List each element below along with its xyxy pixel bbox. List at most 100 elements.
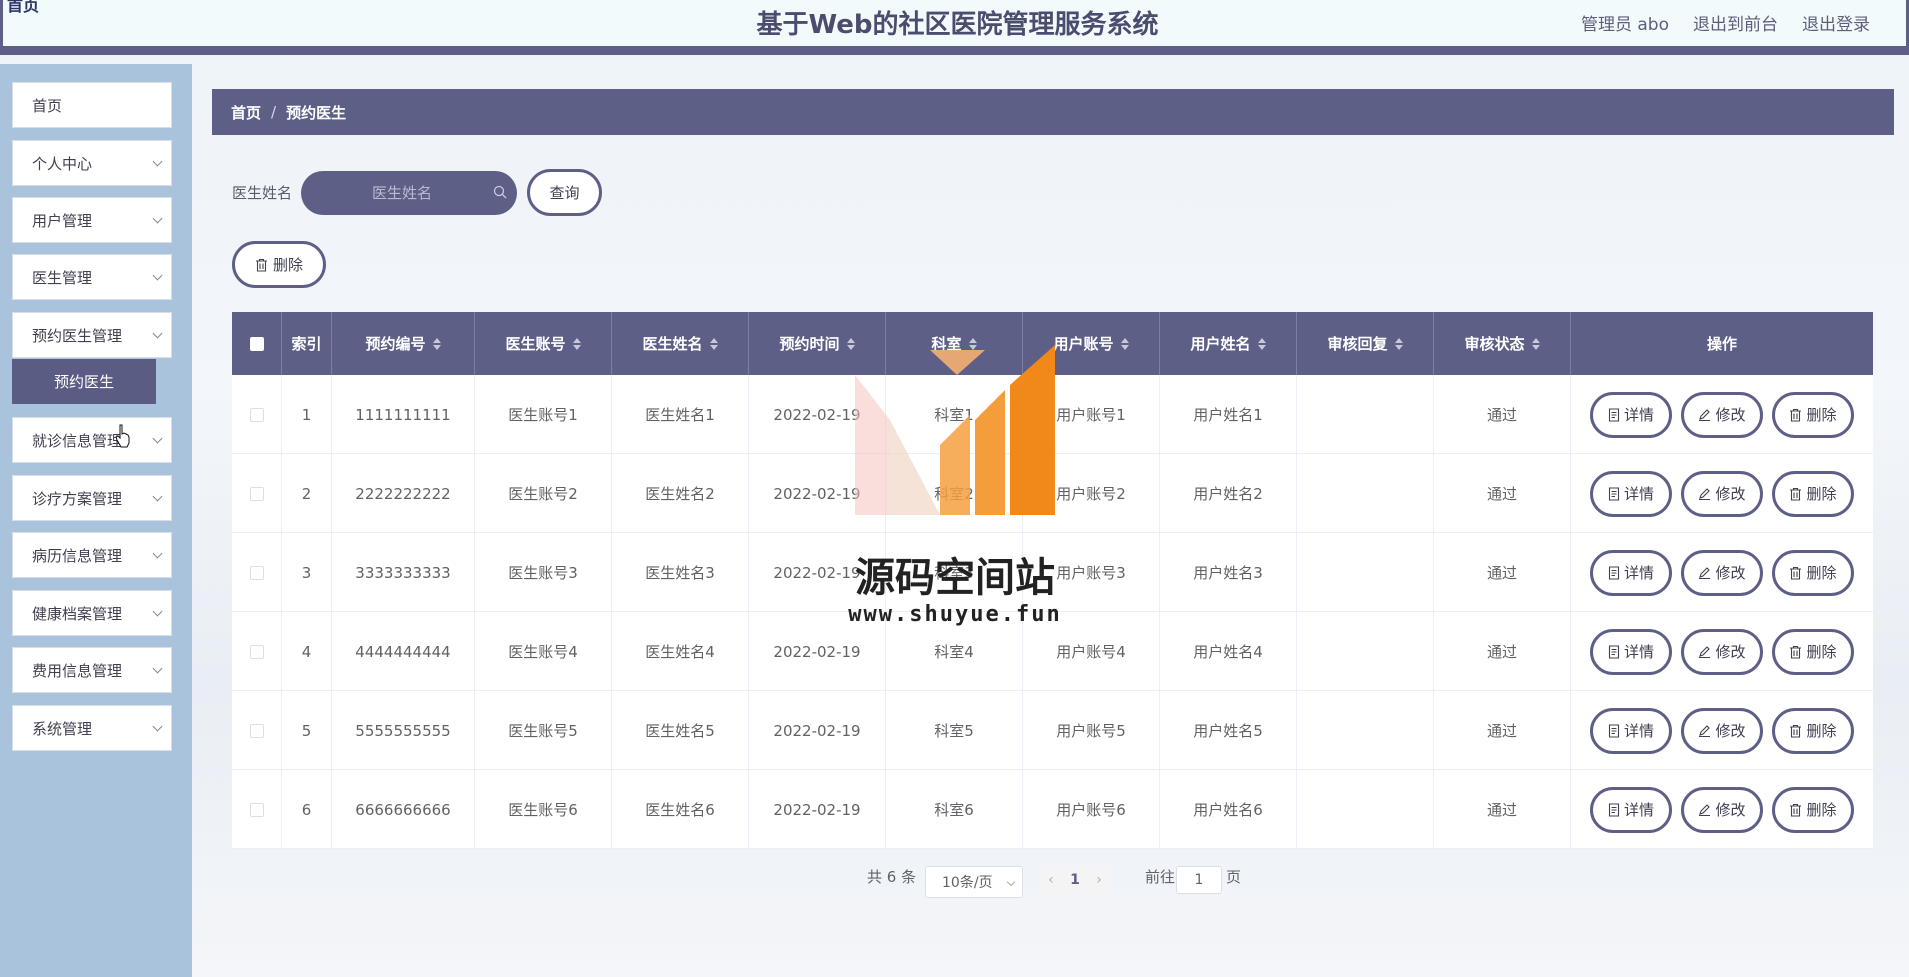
cell-actions: 详情 修改 删除 — [1571, 533, 1873, 612]
header-actions: 管理员 abo 退出到前台 退出登录 — [1581, 10, 1870, 35]
column-header-appointment-time[interactable]: 预约时间 — [749, 312, 886, 375]
detail-button[interactable]: 详情 — [1590, 549, 1672, 596]
watermark-text: 源码空间站 — [855, 555, 1055, 601]
sort-icon[interactable] — [1257, 337, 1266, 350]
edit-button[interactable]: 修改 — [1681, 391, 1763, 438]
delete-button[interactable]: 删除 — [1772, 549, 1854, 596]
delete-button[interactable]: 删除 — [1772, 628, 1854, 675]
select-all-checkbox[interactable] — [249, 336, 264, 351]
doctor-name-input[interactable] — [301, 171, 517, 215]
sort-icon[interactable] — [572, 337, 581, 350]
detail-button[interactable]: 详情 — [1590, 628, 1672, 675]
chevron-down-icon — [1006, 877, 1016, 887]
exit-to-front-link[interactable]: 退出到前台 — [1693, 10, 1778, 35]
detail-button[interactable]: 详情 — [1590, 707, 1672, 754]
cell-appointment-time: 2022-02-19 — [749, 691, 886, 770]
search-icon — [493, 185, 507, 199]
cell-doctor-account: 医生账号1 — [475, 375, 612, 454]
goto-label: 前往 — [1145, 868, 1176, 886]
cell-user-name: 用户姓名3 — [1160, 533, 1297, 612]
page-size-select[interactable]: 10条/页 — [925, 866, 1023, 898]
sidebar-item-visit-management[interactable]: 就诊信息管理 — [12, 417, 172, 463]
breadcrumb-home[interactable]: 首页 — [231, 102, 261, 123]
pagination-nav: ‹ 1 › — [1040, 866, 1110, 894]
cell-appointment-time: 2022-02-19 — [749, 770, 886, 849]
column-header-review-status[interactable]: 审核状态 — [1434, 312, 1571, 375]
cell-appointment-code: 3333333333 — [332, 533, 475, 612]
prev-page-icon[interactable]: ‹ — [1048, 872, 1054, 888]
delete-button[interactable]: 删除 — [1772, 786, 1854, 833]
sort-icon[interactable] — [1394, 337, 1403, 350]
sidebar-subitem-appointment-doctor[interactable]: 预约医生 — [12, 359, 156, 404]
delete-button[interactable]: 删除 — [1772, 707, 1854, 754]
cell-department: 科室6 — [886, 770, 1023, 849]
sidebar-item-system-management[interactable]: 系统管理 — [12, 705, 172, 751]
cell-doctor-account: 医生账号5 — [475, 691, 612, 770]
cell-review-reply — [1297, 454, 1434, 533]
sidebar-item-appointment-management[interactable]: 预约医生管理 — [12, 312, 172, 358]
edit-button[interactable]: 修改 — [1681, 628, 1763, 675]
sidebar-item-home[interactable]: 首页 — [12, 82, 172, 128]
delete-button-label: 删除 — [1806, 643, 1837, 661]
detail-button[interactable]: 详情 — [1590, 786, 1672, 833]
sidebar-item-fee-management[interactable]: 费用信息管理 — [12, 647, 172, 693]
column-header-department[interactable]: 科室 — [886, 312, 1023, 375]
row-checkbox[interactable] — [249, 644, 264, 659]
edit-pencil-icon — [1699, 488, 1711, 500]
cell-user-account: 用户账号6 — [1023, 770, 1160, 849]
column-header-review-reply[interactable]: 审核回复 — [1297, 312, 1434, 375]
edit-button[interactable]: 修改 — [1681, 549, 1763, 596]
sort-icon[interactable] — [1531, 337, 1540, 350]
delete-button[interactable]: 删除 — [1772, 391, 1854, 438]
sort-icon[interactable] — [432, 337, 441, 350]
chevron-down-icon — [152, 270, 163, 281]
cell-index: 6 — [282, 770, 332, 849]
edit-button[interactable]: 修改 — [1681, 470, 1763, 517]
row-checkbox[interactable] — [249, 565, 264, 580]
next-page-icon[interactable]: › — [1096, 872, 1102, 888]
sort-icon[interactable] — [709, 337, 718, 350]
row-checkbox[interactable] — [249, 486, 264, 501]
sort-icon[interactable] — [846, 337, 855, 350]
sidebar-item-user-management[interactable]: 用户管理 — [12, 197, 172, 243]
logout-link[interactable]: 退出登录 — [1802, 10, 1870, 35]
column-header-appointment-code[interactable]: 预约编号 — [332, 312, 475, 375]
chevron-down-icon — [152, 328, 163, 339]
sort-icon[interactable] — [968, 337, 977, 350]
edit-button[interactable]: 修改 — [1681, 786, 1763, 833]
sidebar-item-treatment-management[interactable]: 诊疗方案管理 — [12, 475, 172, 521]
batch-delete-label: 删除 — [272, 256, 303, 274]
row-checkbox[interactable] — [249, 723, 264, 738]
select-all-cell — [232, 312, 282, 375]
cell-review-reply — [1297, 691, 1434, 770]
column-header-index: 索引 — [282, 312, 332, 375]
page-number-current[interactable]: 1 — [1070, 872, 1080, 888]
cell-select — [232, 454, 282, 533]
cell-appointment-code: 6666666666 — [332, 770, 475, 849]
sidebar-item-label: 医生管理 — [32, 268, 93, 287]
column-header-user-name[interactable]: 用户姓名 — [1160, 312, 1297, 375]
row-checkbox[interactable] — [249, 407, 264, 422]
column-header-doctor-name[interactable]: 医生姓名 — [612, 312, 749, 375]
sidebar-item-health-file-management[interactable]: 健康档案管理 — [12, 590, 172, 636]
goto-page-input[interactable] — [1176, 866, 1222, 894]
sort-icon[interactable] — [1120, 337, 1129, 350]
cell-review-status: 通过 — [1434, 454, 1571, 533]
sidebar-item-medical-record-management[interactable]: 病历信息管理 — [12, 532, 172, 578]
document-icon — [1608, 644, 1620, 659]
delete-button-label: 删除 — [1806, 722, 1837, 740]
sidebar-item-personal-center[interactable]: 个人中心 — [12, 140, 172, 186]
batch-delete-button[interactable]: 删除 — [232, 241, 326, 288]
cell-user-name: 用户姓名2 — [1160, 454, 1297, 533]
edit-button[interactable]: 修改 — [1681, 707, 1763, 754]
delete-button-label: 删除 — [1806, 564, 1837, 582]
query-button[interactable]: 查询 — [527, 169, 602, 216]
detail-button[interactable]: 详情 — [1590, 391, 1672, 438]
column-header-user-account[interactable]: 用户账号 — [1023, 312, 1160, 375]
delete-button[interactable]: 删除 — [1772, 470, 1854, 517]
row-checkbox[interactable] — [249, 802, 264, 817]
document-icon — [1608, 565, 1620, 580]
detail-button[interactable]: 详情 — [1590, 470, 1672, 517]
sidebar-item-doctor-management[interactable]: 医生管理 — [12, 254, 172, 300]
column-header-doctor-account[interactable]: 医生账号 — [475, 312, 612, 375]
